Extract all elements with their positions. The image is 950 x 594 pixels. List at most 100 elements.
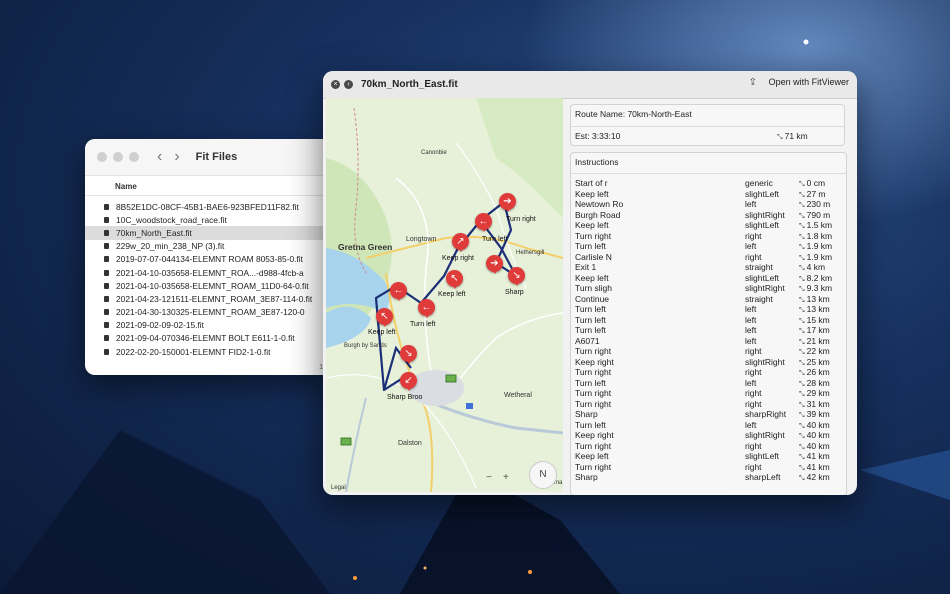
instructions-box[interactable]: Instructions Start of r generic ⤡ 0 cm Keep … [570, 152, 847, 495]
instruction-row[interactable]: Turn left left ⤡ 40 km [571, 420, 846, 431]
compass-icon[interactable]: N [529, 461, 557, 489]
marker-turn-left-2[interactable]: ← [418, 299, 435, 318]
file-icon [104, 269, 109, 276]
instruction-row[interactable]: Turn left left ⤡ 28 km [571, 378, 846, 389]
instruction-row[interactable]: Keep left slightLeft ⤡ 1.5 km [571, 220, 846, 231]
marker-turn-left-3[interactable]: ← [390, 282, 407, 301]
name-column-header[interactable]: Name [85, 176, 335, 196]
instruction-row[interactable]: Turn left left ⤡ 17 km [571, 325, 846, 336]
instruction-type: sharpRight [745, 409, 787, 419]
instruction-name: Keep right [575, 356, 614, 367]
distance-value: 40 km [806, 430, 830, 440]
file-row[interactable]: 2021-04-30-130325-ELEMNT_ROAM_3E87-120-0 [85, 306, 335, 319]
zoom-in-button[interactable]: + [503, 472, 509, 483]
instruction-distance: ⤡ 4 km [799, 262, 845, 273]
instruction-row[interactable]: A6071 left ⤡ 21 km [571, 336, 846, 347]
back-icon[interactable]: ‹ [157, 148, 162, 166]
file-name: 2021-04-10-035658-ELEMNT_ROAM_11D0-64-0.… [116, 280, 309, 291]
instruction-row[interactable]: Keep left slightLeft ⤡ 27 m [571, 189, 846, 200]
instruction-distance: ⤡ 17 km [799, 325, 845, 336]
instruction-type: right [745, 388, 762, 398]
distance-icon: ⤡ [799, 422, 805, 430]
file-row[interactable]: 10C_woodstock_road_race.fit [85, 213, 335, 226]
share-icon[interactable]: ⇪ [749, 77, 757, 88]
marker-keep-right[interactable]: ↗ [452, 233, 469, 252]
file-row[interactable]: 2021-09-04-070346-ELEMNT BOLT E611-1-0.f… [85, 332, 335, 345]
instruction-row[interactable]: Keep left slightLeft ⤡ 41 km [571, 451, 846, 462]
zoom-icon[interactable]: ‹ [344, 80, 353, 89]
instruction-distance: ⤡ 8.2 km [799, 273, 845, 284]
file-row[interactable]: 2021-09-02-09-02-15.fit [85, 319, 335, 332]
instruction-row[interactable]: Sharp sharpLeft ⤡ 42 km [571, 472, 846, 483]
file-row[interactable]: 2021-04-23-121511-ELEMNT_ROAM_3E87-114-0… [85, 292, 335, 305]
finder-window[interactable]: ‹ › Fit Files Name 8B52E1DC-08CF-45B1-BA… [85, 139, 335, 375]
marker-sharp-broo[interactable]: ↙ [400, 372, 417, 391]
instruction-row[interactable]: Newtown Ro left ⤡ 230 m [571, 199, 846, 210]
minimize-button[interactable] [113, 152, 123, 162]
zoom-control[interactable]: − + [486, 472, 509, 483]
marker-turn-left-1[interactable]: ← [475, 213, 492, 232]
marker-turn-right-2[interactable]: ➔ [486, 255, 503, 274]
file-row[interactable]: 2021-04-10-035658-ELEMNT_ROAM_11D0-64-0.… [85, 279, 335, 292]
instruction-type: slightLeft [745, 220, 780, 230]
file-row[interactable]: 2022-02-20-150001-ELEMNT FID2-1-0.fit [85, 345, 335, 358]
instruction-row[interactable]: Turn sligh slightRight ⤡ 9.3 km [571, 283, 846, 294]
marker-sharp[interactable]: ↘ [508, 267, 525, 286]
instruction-row[interactable]: Turn right right ⤡ 22 km [571, 346, 846, 357]
instruction-row[interactable]: Turn right right ⤡ 26 km [571, 367, 846, 378]
instruction-distance: ⤡ 230 m [799, 199, 845, 210]
instruction-row[interactable]: Keep right slightRight ⤡ 25 km [571, 357, 846, 368]
file-row[interactable]: 8B52E1DC-08CF-45B1-BAE6-923BFED11F82.fit [85, 200, 335, 213]
instruction-row[interactable]: Sharp sharpRight ⤡ 39 km [571, 409, 846, 420]
estimated-time: Est: 3:33:10 [575, 131, 621, 141]
file-icon [104, 335, 109, 342]
distance-value: 4 km [806, 262, 826, 272]
zoom-out-button[interactable]: − [486, 472, 492, 483]
marker-keep-left-1[interactable]: ↖ [446, 270, 463, 289]
instruction-name: Turn left [575, 241, 606, 251]
instruction-row[interactable]: Carlisle N right ⤡ 1.9 km [571, 252, 846, 263]
instruction-distance: ⤡ 39 km [799, 409, 845, 420]
zoom-button[interactable] [129, 152, 139, 162]
file-icon [104, 243, 109, 250]
file-name: 10C_woodstock_road_race.fit [116, 214, 227, 225]
legal-link[interactable]: Legal [331, 485, 346, 491]
route-map[interactable]: Canonbie Gretna Green Longtown Hethersgi… [326, 98, 563, 492]
instruction-name: Turn left [575, 377, 606, 388]
file-row[interactable]: 2019-07-07-044134-ELEMNT ROAM 8053-85-0.… [85, 253, 335, 266]
file-row[interactable]: 229w_20_min_238_NP (3).fit [85, 240, 335, 253]
instruction-row[interactable]: Start of r generic ⤡ 0 cm [571, 178, 846, 189]
instruction-name: Keep left [575, 220, 609, 230]
distance-icon: ⤡ [799, 254, 805, 262]
close-icon[interactable]: × [331, 80, 340, 89]
distance-icon: ⤡ [799, 191, 805, 199]
instruction-row[interactable]: Turn right right ⤡ 29 km [571, 388, 846, 399]
instruction-row[interactable]: Turn right right ⤡ 1.8 km [571, 231, 846, 242]
instruction-row[interactable]: Turn left left ⤡ 1.9 km [571, 241, 846, 252]
instruction-name: Turn left [575, 304, 606, 314]
instruction-row[interactable]: Turn right right ⤡ 40 km [571, 441, 846, 452]
instruction-row[interactable]: Exit 1 straight ⤡ 4 km [571, 262, 846, 273]
instruction-row[interactable]: Keep left slightLeft ⤡ 8.2 km [571, 273, 846, 284]
instruction-row[interactable]: Turn left left ⤡ 13 km [571, 304, 846, 315]
fitviewer-window[interactable]: × ‹ 70km_North_East.fit ⇪ Open with FitV… [323, 71, 857, 495]
instruction-row[interactable]: Turn right right ⤡ 41 km [571, 462, 846, 473]
marker-turn-right-1[interactable]: ➔ [499, 193, 516, 212]
marker-sharp-2[interactable]: ↘ [400, 345, 417, 364]
instruction-type: left [745, 325, 757, 335]
marker-keep-left-2[interactable]: ↖ [376, 308, 393, 327]
instruction-row[interactable]: Turn left left ⤡ 15 km [571, 315, 846, 326]
forward-icon[interactable]: › [174, 148, 179, 166]
file-row[interactable]: 70km_North_East.fit [85, 226, 335, 240]
instruction-type: generic [745, 178, 773, 188]
file-row[interactable]: 2021-04-10-035658-ELEMNT_ROA...-d988-4fc… [85, 266, 335, 279]
instruction-row[interactable]: Continue straight ⤡ 13 km [571, 294, 846, 305]
instructions-list[interactable]: Start of r generic ⤡ 0 cm Keep left slightLef… [571, 174, 846, 483]
open-with-fitviewer-button[interactable]: Open with FitViewer [769, 77, 849, 87]
instruction-row[interactable]: Burgh Road slightRight ⤡ 790 m [571, 210, 846, 221]
instruction-type: right [745, 440, 762, 451]
distance-value: 13 km [806, 304, 830, 314]
instruction-row[interactable]: Keep right slightRight ⤡ 40 km [571, 430, 846, 441]
instruction-row[interactable]: Turn right right ⤡ 31 km [571, 399, 846, 410]
close-button[interactable] [97, 152, 107, 162]
